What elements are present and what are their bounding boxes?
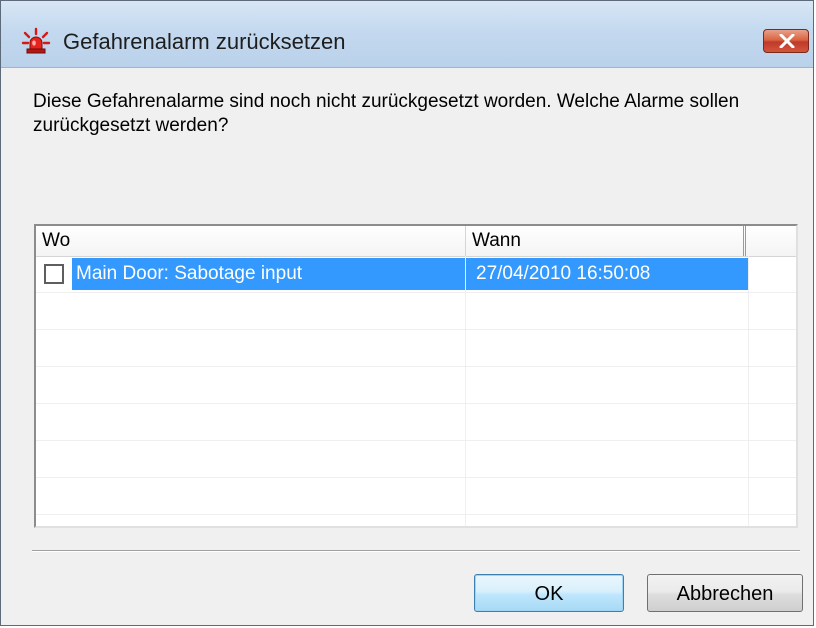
dialog-window: Gefahrenalarm zurücksetzen Diese Gefahre…	[0, 0, 814, 626]
dialog-body: Diese Gefahrenalarme sind noch nicht zur…	[7, 68, 807, 621]
dialog-title: Gefahrenalarm zurücksetzen	[63, 29, 346, 54]
table-row[interactable]: Main Door: Sabotage input 27/04/2010 16:…	[36, 256, 796, 293]
column-header-empty	[748, 226, 796, 256]
column-header-wann[interactable]: Wann	[466, 226, 746, 256]
ok-button[interactable]: OK	[474, 574, 624, 612]
column-header-wo[interactable]: Wo	[36, 226, 466, 256]
close-icon	[779, 34, 795, 48]
alarm-beacon-icon	[21, 27, 51, 57]
cancel-button[interactable]: Abbrechen	[647, 574, 803, 612]
row-checkbox[interactable]	[44, 264, 64, 284]
title-bar[interactable]: Gefahrenalarm zurücksetzen	[1, 1, 813, 68]
empty-row	[36, 367, 796, 404]
empty-row	[36, 404, 796, 441]
empty-row	[36, 330, 796, 367]
empty-row	[36, 293, 796, 330]
close-button[interactable]	[763, 29, 809, 53]
alarm-list[interactable]: Wo Wann Main Door: Sabotage input 27/04/…	[34, 224, 798, 528]
cell-timestamp: 27/04/2010 16:50:08	[466, 258, 748, 290]
list-body: Main Door: Sabotage input 27/04/2010 16:…	[36, 256, 796, 526]
instruction-text: Diese Gefahrenalarme sind noch nicht zur…	[33, 91, 740, 136]
cell-location: Main Door: Sabotage input	[72, 258, 465, 290]
separator-line	[32, 550, 800, 552]
list-header: Wo Wann	[36, 226, 796, 257]
empty-row	[36, 478, 796, 515]
empty-row	[36, 441, 796, 478]
